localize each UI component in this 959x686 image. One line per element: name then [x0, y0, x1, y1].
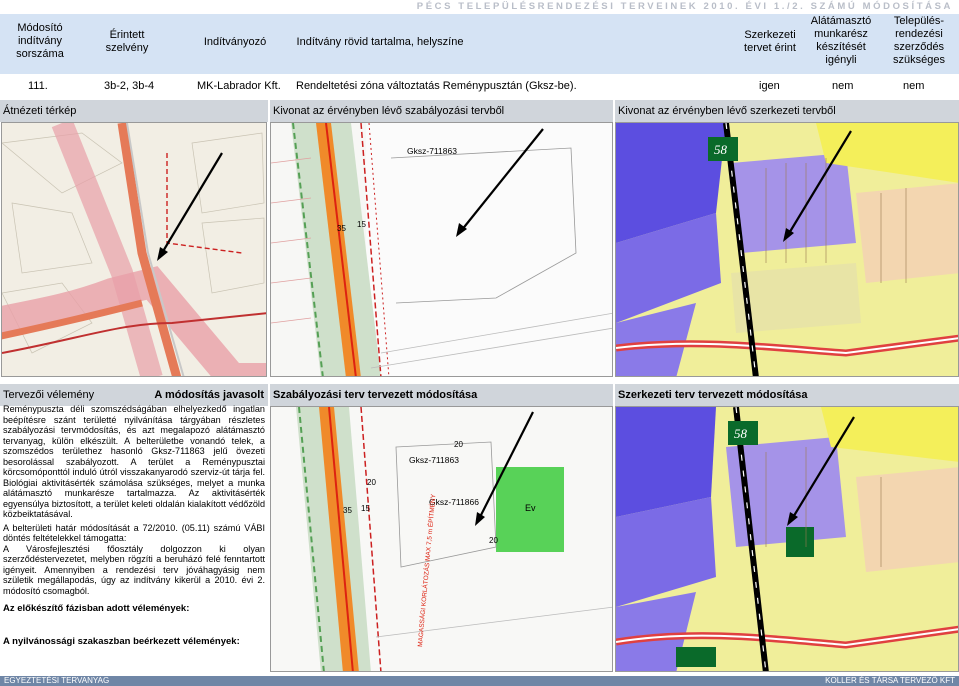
label-15-b: 15: [361, 504, 370, 513]
opinion-paragraph-3: A Városfejlesztési főosztály dolgozzon k…: [3, 543, 265, 596]
section-structural-proposed: Szerkezeti terv tervezett módosítása: [615, 384, 959, 406]
table-row: 111. 3b-2, 3b-4 MK-Labrador Kft. Rendelt…: [0, 74, 959, 100]
header-col-number: Módosító indítvány sorszáma: [16, 22, 64, 60]
footer-left: EGYEZTETÉSI TERVANYAG: [4, 676, 110, 685]
row-supporting: nem: [832, 80, 854, 92]
section-regulation-proposed: Szabályozási terv tervezett módosítása: [270, 384, 613, 406]
header-col-contract: Település-rendezési szerződés szükséges: [893, 15, 945, 66]
prelim-opinions-title: Az előkészítő fázisban adott vélemények:: [3, 603, 190, 614]
top-bar: PÉCS TELEPÜLÉSRENDEZÉSI TERVEINEK 2010. …: [0, 0, 959, 14]
label-35-b: 35: [343, 506, 352, 515]
overview-map: [1, 122, 267, 377]
regulation-map: Gksz-711863 35 15: [270, 122, 613, 377]
label-zone-current: Gksz-711863: [407, 146, 457, 156]
row-applicant: MK-Labrador Kft.: [197, 80, 281, 92]
label-35-a: 35: [337, 224, 346, 233]
opinion-text: Reménypuszta déli szomszédságában elhely…: [3, 404, 265, 647]
section-designer-opinion: Tervezői vélemény A módosítás javasolt: [0, 384, 268, 406]
label-58-a: 58: [714, 142, 728, 157]
proposed-regulation-map: Gksz-711863 Gksz-711866 Ev 35 15 20 20 2…: [270, 406, 613, 672]
footer-right: KOLLER ÉS TÁRSA TERVEZŐ KFT: [825, 676, 955, 685]
public-opinions-title: A nyilvánossági szakaszban beérkezett vé…: [3, 635, 240, 647]
document-title: PÉCS TELEPÜLÉSRENDEZÉSI TERVEINEK 2010. …: [416, 1, 953, 12]
label-20-c: 20: [489, 536, 498, 545]
label-20-a: 20: [367, 478, 376, 487]
opinion-paragraph-2: A belterületi határ módosítását a 72/201…: [3, 522, 265, 544]
row-sheet: 3b-2, 3b-4: [104, 80, 155, 92]
table-header: Módosító indítvány sorszáma Érintett sze…: [0, 14, 959, 74]
section-structural-extract: Kivonat az érvényben lévő szerkezeti ter…: [615, 100, 959, 122]
structural-map: 58: [615, 122, 959, 377]
label-58-b: 58: [734, 426, 748, 441]
header-col-content: Indítvány rövid tartalma, helyszíne: [296, 36, 464, 48]
proposed-structural-map: 58: [615, 406, 959, 672]
header-col-structural: Szerkezeti tervet érint: [744, 29, 796, 54]
row-number: 111.: [28, 80, 48, 92]
row-contract: nem: [903, 80, 925, 92]
header-col-applicant: Indítványozó: [203, 36, 267, 48]
recommendation-label: A módosítás javasolt: [154, 389, 264, 401]
label-zone-current-proposed: Gksz-711863: [409, 455, 459, 465]
label-ev: Ev: [525, 503, 536, 513]
section-regulation-extract: Kivonat az érvényben lévő szabályozási t…: [270, 100, 613, 122]
row-content: Rendeltetési zóna változtatás Reménypusz…: [296, 80, 577, 92]
header-col-sheet: Érintett szelvény: [105, 29, 149, 54]
section-overview-map: Átnézeti térkép: [0, 100, 268, 122]
label-15-a: 15: [357, 220, 366, 229]
footer: EGYEZTETÉSI TERVANYAG KOLLER ÉS TÁRSA TE…: [0, 676, 959, 686]
header-col-supporting: Alátámasztó munkarész készítését igényli: [810, 15, 872, 66]
row-structural: igen: [759, 80, 780, 92]
opinion-paragraph-1: Reménypuszta déli szomszédságában elhely…: [3, 404, 265, 519]
label-20-b: 20: [454, 440, 463, 449]
